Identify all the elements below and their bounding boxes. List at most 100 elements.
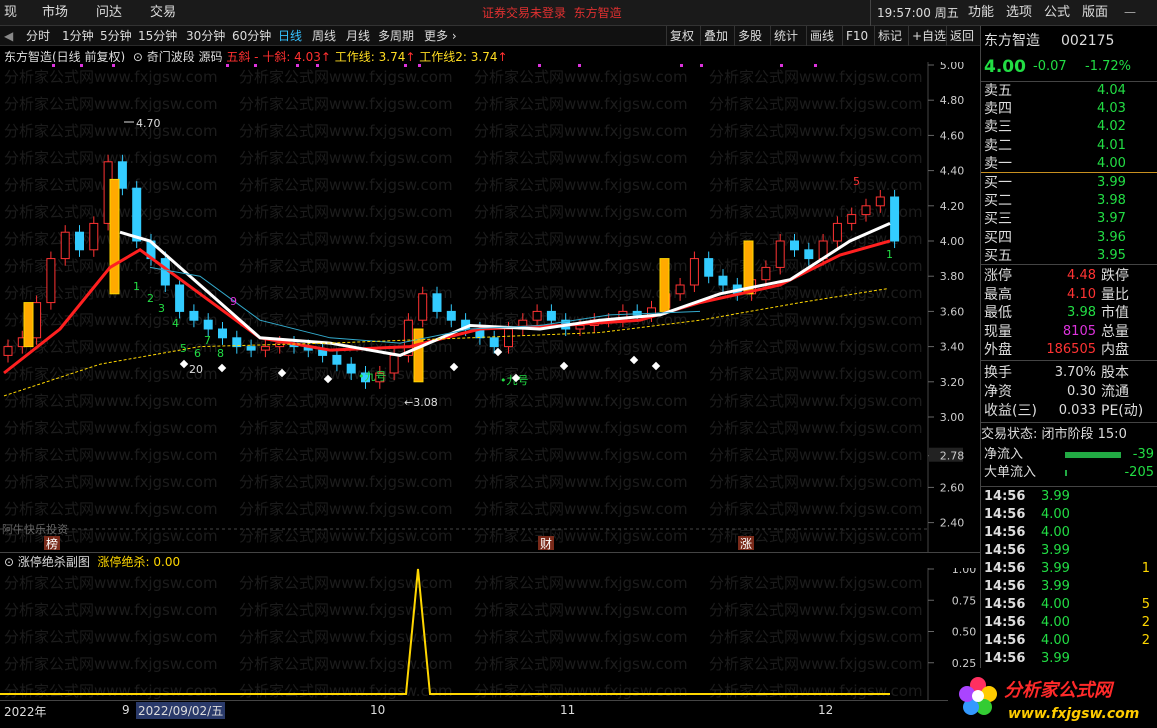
subchart-icon[interactable]: ⊙ — [4, 555, 18, 569]
tick-row: 14:56 3.99 — [984, 543, 1070, 558]
tool-overlay[interactable]: 叠加 — [700, 26, 731, 46]
period-tab-daily[interactable]: 日线 — [278, 26, 302, 46]
watermark-text: 分析家公式网www.fxjgsw.com — [709, 601, 923, 619]
login-status[interactable]: 证券交易未登录 东方智造 — [482, 0, 622, 26]
tool-multistock[interactable]: 多股 — [734, 26, 765, 46]
price-tick: 4.20 — [940, 200, 965, 213]
watermark-text: 分析家公式网www.fxjgsw.com — [474, 284, 688, 302]
period-tab-60min[interactable]: 60分钟 — [232, 26, 271, 46]
candle — [575, 324, 585, 330]
tool-adjust[interactable]: 复权 — [666, 26, 697, 46]
stat-row: 外盘 186505 内盘 — [984, 342, 1129, 359]
candle — [189, 310, 199, 321]
candle — [117, 161, 127, 189]
watermark-text: 分析家公式网www.fxjgsw.com — [239, 122, 453, 140]
watermark-text: 分析家公式网www.fxjgsw.com — [4, 628, 218, 646]
candle — [532, 310, 542, 321]
tick-row: 14:56 3.99 — [984, 579, 1070, 594]
price-tick: 3.80 — [940, 270, 965, 283]
tool-f10[interactable]: F10 — [842, 26, 871, 46]
candle — [804, 249, 814, 260]
minimize-icon[interactable]: — — [1122, 4, 1138, 20]
watermark-text: 分析家公式网www.fxjgsw.com — [239, 257, 453, 275]
candle — [346, 363, 356, 374]
menu-item-ask[interactable]: 问达 — [96, 0, 122, 26]
subchart-tick: 0.50 — [952, 626, 977, 639]
count-label: 20 — [189, 363, 203, 376]
candle — [861, 205, 871, 216]
tick-row: 14:56 3.99 1 — [984, 561, 1150, 576]
count-label: 2 — [147, 292, 154, 305]
trade-state: 交易状态: 闭市阶段 15:0 — [981, 427, 1127, 442]
bid-row: 买一 3.99 — [984, 175, 1126, 191]
tool-back[interactable]: 返回 — [946, 26, 977, 46]
menu-item-view[interactable]: 现 — [4, 0, 17, 26]
subchart-tick: 0.75 — [952, 594, 977, 607]
candle — [32, 302, 42, 339]
period-tab-monthly[interactable]: 月线 — [346, 26, 370, 46]
tool-draw[interactable]: 画线 — [806, 26, 837, 46]
toggle-icon[interactable]: ◀ — [4, 26, 13, 46]
watermark-text: 分析家公式网www.fxjgsw.com — [709, 176, 923, 194]
watermark-text: 分析家公式网www.fxjgsw.com — [709, 628, 923, 646]
event-marker[interactable]: 榜 — [46, 536, 58, 551]
period-tab-timeshare[interactable]: 分时 — [26, 26, 50, 46]
count-label: 3 — [158, 302, 165, 315]
candle — [775, 240, 785, 268]
period-tab-1min[interactable]: 1分钟 — [62, 26, 94, 46]
candle — [46, 258, 56, 304]
candle — [75, 231, 84, 251]
watermark-text: 分析家公式网www.fxjgsw.com — [474, 446, 688, 464]
menu-item-function[interactable]: 功能 — [968, 0, 994, 26]
price-tick: 3.00 — [940, 411, 965, 424]
watermark-text: 分析家公式网www.fxjgsw.com — [709, 149, 923, 167]
price-tick: 4.00 — [940, 235, 965, 248]
watermark-text: 分析家公式网www.fxjgsw.com — [4, 122, 218, 140]
signal-bar — [743, 240, 754, 295]
menu-item-market[interactable]: 市场 — [42, 0, 68, 26]
ask-row: 卖四 4.03 — [984, 101, 1126, 118]
candle — [704, 258, 714, 277]
watermark-text: 分析家公式网www.fxjgsw.com — [709, 392, 923, 410]
event-marker[interactable]: 财 — [540, 537, 552, 551]
candle — [132, 187, 142, 242]
price-tick: 5.00 — [940, 62, 965, 72]
watermark-text: 分析家公式网www.fxjgsw.com — [4, 446, 218, 464]
period-tab-weekly[interactable]: 周线 — [312, 26, 336, 46]
menu-item-formula[interactable]: 公式 — [1044, 0, 1070, 26]
bigflow-row: 大单流入 -205 — [984, 465, 1154, 480]
watermark-text: 分析家公式网www.fxjgsw.com — [474, 95, 688, 113]
kline-chart[interactable]: 分析家公式网www.fxjgsw.com 分析家公式网www.fxjgsw.com… — [0, 62, 980, 552]
tool-mark[interactable]: 标记 — [874, 26, 905, 46]
count-label: 5 — [853, 175, 860, 188]
price-tick: 4.80 — [940, 94, 965, 107]
netflow-row: 净流入 -39 — [984, 447, 1154, 462]
candle — [847, 214, 857, 224]
menu-item-layout[interactable]: 版面 — [1082, 0, 1108, 26]
watermark-text: 分析家公式网www.fxjgsw.com — [709, 68, 923, 86]
signal-bar — [413, 328, 424, 383]
period-tab-30min[interactable]: 30分钟 — [186, 26, 225, 46]
period-tab-15min[interactable]: 15分钟 — [138, 26, 177, 46]
event-marker[interactable]: 涨 — [740, 536, 752, 551]
stat-row: 涨停 4.48 跌停 — [984, 268, 1129, 284]
price-tick: 4.40 — [940, 165, 965, 178]
tool-stats[interactable]: 统计 — [770, 26, 801, 46]
period-tab-multi[interactable]: 多周期 — [378, 26, 414, 46]
count-label: 5 — [180, 342, 187, 355]
period-tab-5min[interactable]: 5分钟 — [100, 26, 132, 46]
candle — [432, 293, 442, 312]
watermark-text: 分析家公式网www.fxjgsw.com — [239, 68, 453, 86]
period-tab-more[interactable]: 更多 › — [424, 26, 457, 46]
watermark-text: 分析家公式网www.fxjgsw.com — [474, 500, 688, 518]
stat-row: 现量 8105 总量 — [984, 323, 1129, 340]
tool-add-watchlist[interactable]: +自选 — [908, 26, 949, 46]
watermark-text: 分析家公式网www.fxjgsw.com — [4, 473, 218, 491]
watermark-text: 分析家公式网www.fxjgsw.com — [474, 230, 688, 248]
watermark-layer-sub: 分析家公式网www.fxjgsw.com 分析家公式网www.fxjgsw.com… — [4, 574, 923, 700]
menu-item-options[interactable]: 选项 — [1006, 0, 1032, 26]
price-tick: 2.78 — [940, 450, 965, 463]
watermark-text: 分析家公式网www.fxjgsw.com — [239, 230, 453, 248]
high-label: 4.70 — [136, 117, 161, 130]
menu-item-trade[interactable]: 交易 — [150, 0, 176, 26]
